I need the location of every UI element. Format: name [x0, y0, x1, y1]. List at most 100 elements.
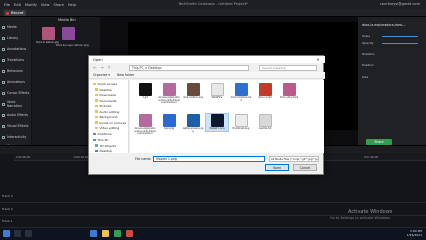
- back-arrow-icon[interactable]: ←: [92, 65, 98, 71]
- nav-item-label: Background: [99, 115, 118, 119]
- nav-item-label: Documents: [99, 98, 117, 103]
- media-icon: [2, 25, 5, 29]
- file-item[interactable]: readme.txt: [254, 114, 276, 131]
- sidebar-item-label: Transitions: [7, 58, 25, 62]
- sidebar-item-label: Behaviors: [7, 69, 23, 73]
- filename-input[interactable]: Maplet 1.png: [153, 156, 265, 162]
- file-name: 1.gif: [142, 96, 148, 99]
- computer-icon: [93, 138, 96, 142]
- activate-windows-subtitle: Go to Settings to activate Windows.: [330, 216, 391, 220]
- media-thumbnail[interactable]: [62, 27, 75, 40]
- nav-item-label: Inside on pictures: [99, 120, 127, 125]
- file-item[interactable]: dora-la-exploradora-dora-chibi-dibujos-a…: [158, 83, 180, 105]
- file-item[interactable]: logo.png: [158, 114, 180, 131]
- property-scale-label: Scale: [362, 34, 371, 38]
- media-thumbnail[interactable]: [42, 27, 55, 40]
- taskbar-clock[interactable]: 3:00 PM 1/26/2021: [407, 229, 422, 237]
- cancel-button[interactable]: Cancel: [293, 164, 317, 171]
- image-file-icon: [162, 114, 176, 127]
- properties-title: dora-la-exploradora-dora-...: [362, 23, 407, 27]
- image-file-icon: [186, 114, 200, 127]
- nav-item-label: 3D Objects: [99, 143, 117, 148]
- start-icon[interactable]: [3, 230, 10, 237]
- file-item[interactable]: dora 1.mp4: [254, 83, 276, 100]
- dialog-title-bar: Open: [89, 56, 325, 63]
- time-mark: 0:00:00;00: [16, 155, 31, 159]
- file-item[interactable]: laptop-screen-s.jpg: [182, 114, 204, 133]
- window-title: TechSmith Camtasia - Untitled Project*: [178, 1, 248, 6]
- address-bar[interactable]: This PC > Desktop: [129, 65, 249, 71]
- search-icon[interactable]: [14, 230, 21, 237]
- navigation-pane: Quick access Desktop Downloads Documents…: [89, 80, 129, 153]
- document-file-icon: [258, 114, 272, 127]
- track-label: Track 2: [2, 207, 13, 211]
- file-item[interactable]: dora ki kahani.mp3: [230, 83, 252, 102]
- file-list: 1.gif dora-la-exploradora-dora-chibi-dib…: [130, 80, 324, 153]
- nav-item[interactable]: Audio editing: [95, 110, 119, 114]
- open-file-dialog: Open ✕ ← → ↑ This PC > Desktop Search De…: [88, 55, 325, 175]
- command-bar: Organize ▾ New folder: [89, 72, 325, 79]
- file-name: Maplet 1.png: [209, 127, 225, 130]
- search-input[interactable]: Search Desktop: [259, 65, 317, 71]
- folder-icon: [95, 99, 98, 102]
- media-thumbnail-label: Dora ka naya cartoon.png: [56, 44, 89, 47]
- sidebar-item-label: Media: [7, 25, 17, 29]
- file-name: WallsFine: [211, 96, 223, 99]
- nav-item[interactable]: Desktop: [95, 149, 112, 153]
- nav-item[interactable]: Video editing: [95, 126, 119, 130]
- file-item[interactable]: WallsFine: [206, 83, 228, 100]
- edge-icon[interactable]: [90, 230, 97, 237]
- file-item[interactable]: Dora_story.mp4: [278, 83, 300, 100]
- file-name: dora ki kahani.mp3: [230, 96, 252, 102]
- sidebar-item-label: Audio Effects: [7, 113, 28, 117]
- file-name: thumbnail.png: [232, 127, 250, 130]
- scale-slider[interactable]: [382, 35, 418, 37]
- new-folder-button[interactable]: New folder: [117, 73, 134, 77]
- file-name: readme.txt: [258, 127, 272, 130]
- windows-taskbar: [0, 228, 426, 240]
- nav-item-label: Quick access: [97, 82, 118, 86]
- nav-item[interactable]: Pictures: [95, 104, 111, 108]
- task-view-icon[interactable]: [25, 230, 32, 237]
- organize-menu[interactable]: Organize ▾: [93, 73, 110, 77]
- up-arrow-icon[interactable]: ↑: [106, 65, 112, 71]
- property-opacity-label: Opacity: [362, 41, 374, 45]
- mic-icon: [2, 102, 5, 106]
- interactivity-icon: [2, 135, 5, 139]
- file-item[interactable]: thumbnail.png: [230, 114, 252, 131]
- behavior-icon: [2, 69, 5, 73]
- nav-item[interactable]: This PC: [93, 138, 109, 142]
- record-button[interactable]: Record: [4, 10, 26, 16]
- nav-item[interactable]: Desktop: [95, 88, 112, 92]
- opacity-slider[interactable]: [382, 42, 418, 44]
- file-item[interactable]: dora-la-exploradora-dora-chibi-dibujos-a…: [134, 114, 156, 136]
- file-item[interactable]: dora-cartoon.png: [182, 83, 204, 100]
- chrome-icon[interactable]: [126, 230, 133, 237]
- annotation-icon: [2, 47, 5, 51]
- forward-arrow-icon[interactable]: →: [99, 65, 105, 71]
- sidebar-item-label: Interactivity: [7, 135, 27, 139]
- audio-icon: [2, 113, 5, 117]
- file-item-selected[interactable]: Maplet 1.png: [205, 113, 229, 132]
- nav-item[interactable]: OneDrive: [93, 132, 112, 136]
- nav-item-label: Pictures: [99, 104, 112, 108]
- nav-item-label: Desktop: [99, 149, 112, 153]
- account-label[interactable]: courtneysi@gmail.com: [380, 2, 420, 6]
- close-icon[interactable]: ✕: [314, 56, 322, 63]
- open-button[interactable]: Open: [265, 164, 289, 171]
- nav-item[interactable]: 3D Objects: [95, 144, 116, 148]
- camtasia-icon[interactable]: [114, 230, 121, 237]
- folder-icon: [95, 88, 98, 91]
- timeline-track[interactable]: Track 3: [0, 190, 426, 203]
- nav-item[interactable]: Downloads: [95, 93, 116, 97]
- nav-item[interactable]: Documents: [95, 99, 117, 103]
- file-explorer-icon[interactable]: [102, 230, 109, 237]
- file-name: dora-la-exploradora-dora-chibi-dibujos-a…: [134, 127, 156, 136]
- nav-item[interactable]: Background: [95, 115, 117, 119]
- file-item[interactable]: 1.gif: [134, 83, 156, 100]
- nav-item[interactable]: Quick access: [93, 82, 117, 86]
- properties-panel: dora-la-exploradora-dora-... Scale Opaci…: [358, 17, 426, 145]
- filetype-select[interactable]: All Media Files (*.bmp;*.gif;*.jpg;*.jpe…: [269, 156, 319, 162]
- nav-item[interactable]: Inside on pictures: [95, 121, 126, 125]
- property-position-label: Position: [362, 63, 374, 67]
